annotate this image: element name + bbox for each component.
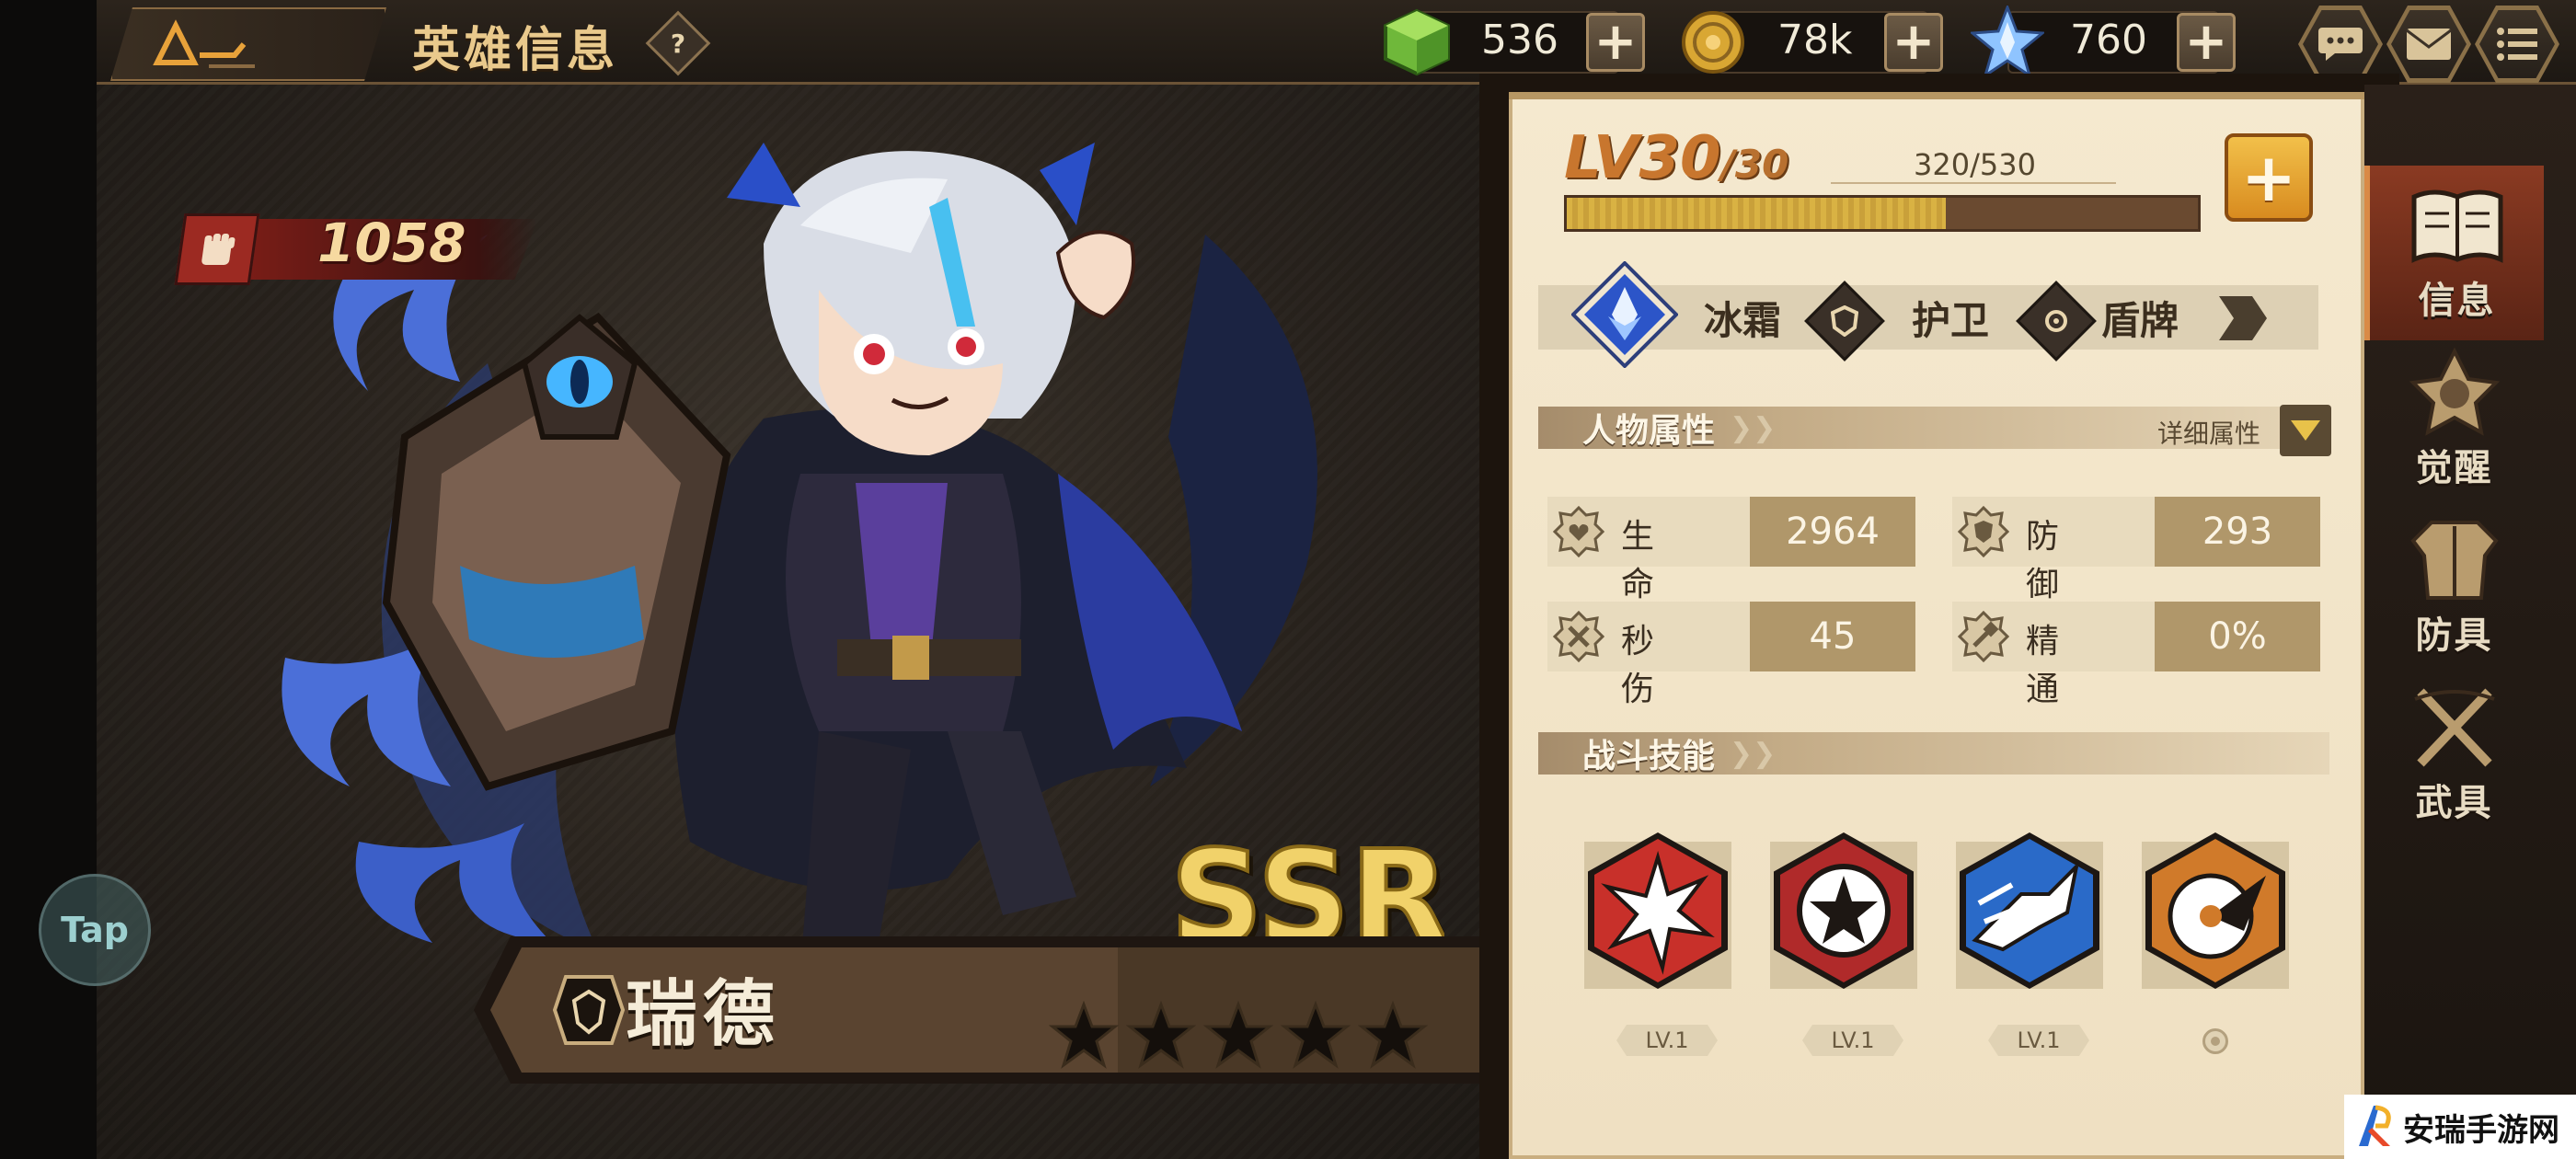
exp-text: 320/530 [1914,147,2036,182]
ice-crystal-icon [1571,261,1678,368]
level-current: LV30 [1564,124,1721,192]
chevron-down-icon [2291,420,2320,441]
tab-armor[interactable]: 防具 [2364,500,2544,675]
plus-icon: + [2240,139,2297,216]
skill-slot[interactable] [2133,832,2298,1007]
chevron-right-icon [2219,296,2267,340]
menu-icon [2497,28,2537,61]
double-chevron-icon: ❯❯ [1730,411,1777,444]
attributes-title: 人物属性 [1582,412,1716,450]
tab-label: 信息 [2418,280,2496,322]
shield-gear-icon [1958,506,2009,557]
awaken-emblem-icon [2409,347,2500,436]
tab-label: 觉醒 [2415,447,2493,489]
star-icon [1203,1001,1273,1069]
tag-weapon: 盾牌 [2101,298,2179,343]
tab-info[interactable]: 信息 [2364,166,2544,340]
class-shield-glyph [1831,305,1858,337]
chat-icon [2318,28,2363,61]
currency-value: 760 [2070,17,2147,63]
tag-role: 护卫 [1912,298,1990,343]
detail-dropdown-button[interactable] [2280,405,2331,456]
stat-label: 防御 [2026,518,2060,603]
tab-weapon[interactable]: 武具 [2364,668,2544,843]
detail-attributes-link[interactable]: 详细属性 [2157,414,2260,451]
exp-underline [1831,182,2116,184]
tab-awaken[interactable]: 觉醒 [2364,333,2544,508]
star-icon [1281,1001,1351,1069]
star-icon [1126,1001,1196,1069]
letterbox [0,0,97,1159]
weapon-icon [2413,688,2495,767]
swords-gear-icon [1553,611,1604,662]
fist-glyph [201,234,236,265]
currency-value: 536 [1481,17,1558,63]
skill-level: LV.1 [1616,1025,1718,1056]
stat-label: 精通 [2026,623,2060,708]
crystal-star-icon [1971,6,2044,79]
add-crystal-button[interactable]: + [2177,13,2236,72]
star-icon [1049,1001,1119,1069]
star-shield-skill-icon [1780,839,1907,982]
gold-coin-icon [1682,11,1744,74]
skills-header: 战斗技能 ❯❯ [1538,732,2329,775]
exp-bar-fill [1567,198,1946,229]
skill-slot[interactable] [1575,832,1741,1007]
stat-label: 秒伤 [1621,623,1655,708]
combat-power: 1058 [174,210,547,287]
exp-bar [1564,195,2201,232]
mail-icon [2406,29,2452,60]
skill-level: LV.1 [1802,1025,1903,1056]
tag-element: 冰霜 [1704,298,1782,343]
hero-name: 瑞德 [626,973,781,1056]
stat-value: 2964 [1750,497,1915,567]
stat-value: 293 [2155,497,2320,567]
currency-value: 78k [1777,17,1853,63]
book-icon [2411,189,2502,263]
level-label: LV30/30 [1564,124,1788,192]
star-rating [1049,1001,1428,1071]
stat-label: 生命 [1621,518,1655,603]
stat-value: 45 [1750,602,1915,671]
watermark: 安瑞手游网 [2344,1095,2576,1159]
skill-locked-indicator [2202,1028,2228,1054]
game-screen: 英雄信息 ? 536 + 78k + 760 + 1058 Tap SSR SS… [0,0,2576,1159]
drill-skill-icon [2152,839,2279,982]
add-gems-button[interactable]: + [1586,13,1645,72]
level-max: /30 [1720,142,1789,187]
skills-title: 战斗技能 [1582,738,1716,775]
stat-value: 0% [2155,602,2320,671]
dash-skill-icon [1966,839,2093,982]
hammer-gear-icon [1958,611,2009,662]
fist-icon [174,213,260,285]
green-cube-icon [1384,8,1450,76]
tap-button[interactable]: Tap [39,874,151,986]
tap-label: Tap [61,910,129,950]
page-title: 英雄信息 [412,23,619,78]
skill-level: LV.1 [1988,1025,2089,1056]
watermark-logo-icon [2359,1105,2391,1146]
explosion-skill-icon [1594,839,1721,982]
ring-glyph [2045,310,2067,332]
add-gold-button[interactable]: + [1884,13,1943,72]
armor-icon [2409,521,2499,600]
tab-label: 武具 [2415,782,2493,824]
power-value: 1058 [317,212,466,274]
skill-slot[interactable] [1947,832,2112,1007]
tab-label: 防具 [2415,614,2493,657]
game-logo-icon [153,19,255,68]
star-icon [1358,1001,1428,1069]
double-chevron-icon: ❯❯ [1730,737,1777,770]
heart-gear-icon [1553,506,1604,557]
question-mark-glyph: ? [670,28,686,59]
skill-slot[interactable] [1761,832,1926,1007]
level-up-button[interactable]: + [2225,133,2313,222]
watermark-text: 安瑞手游网 [2403,1111,2559,1149]
